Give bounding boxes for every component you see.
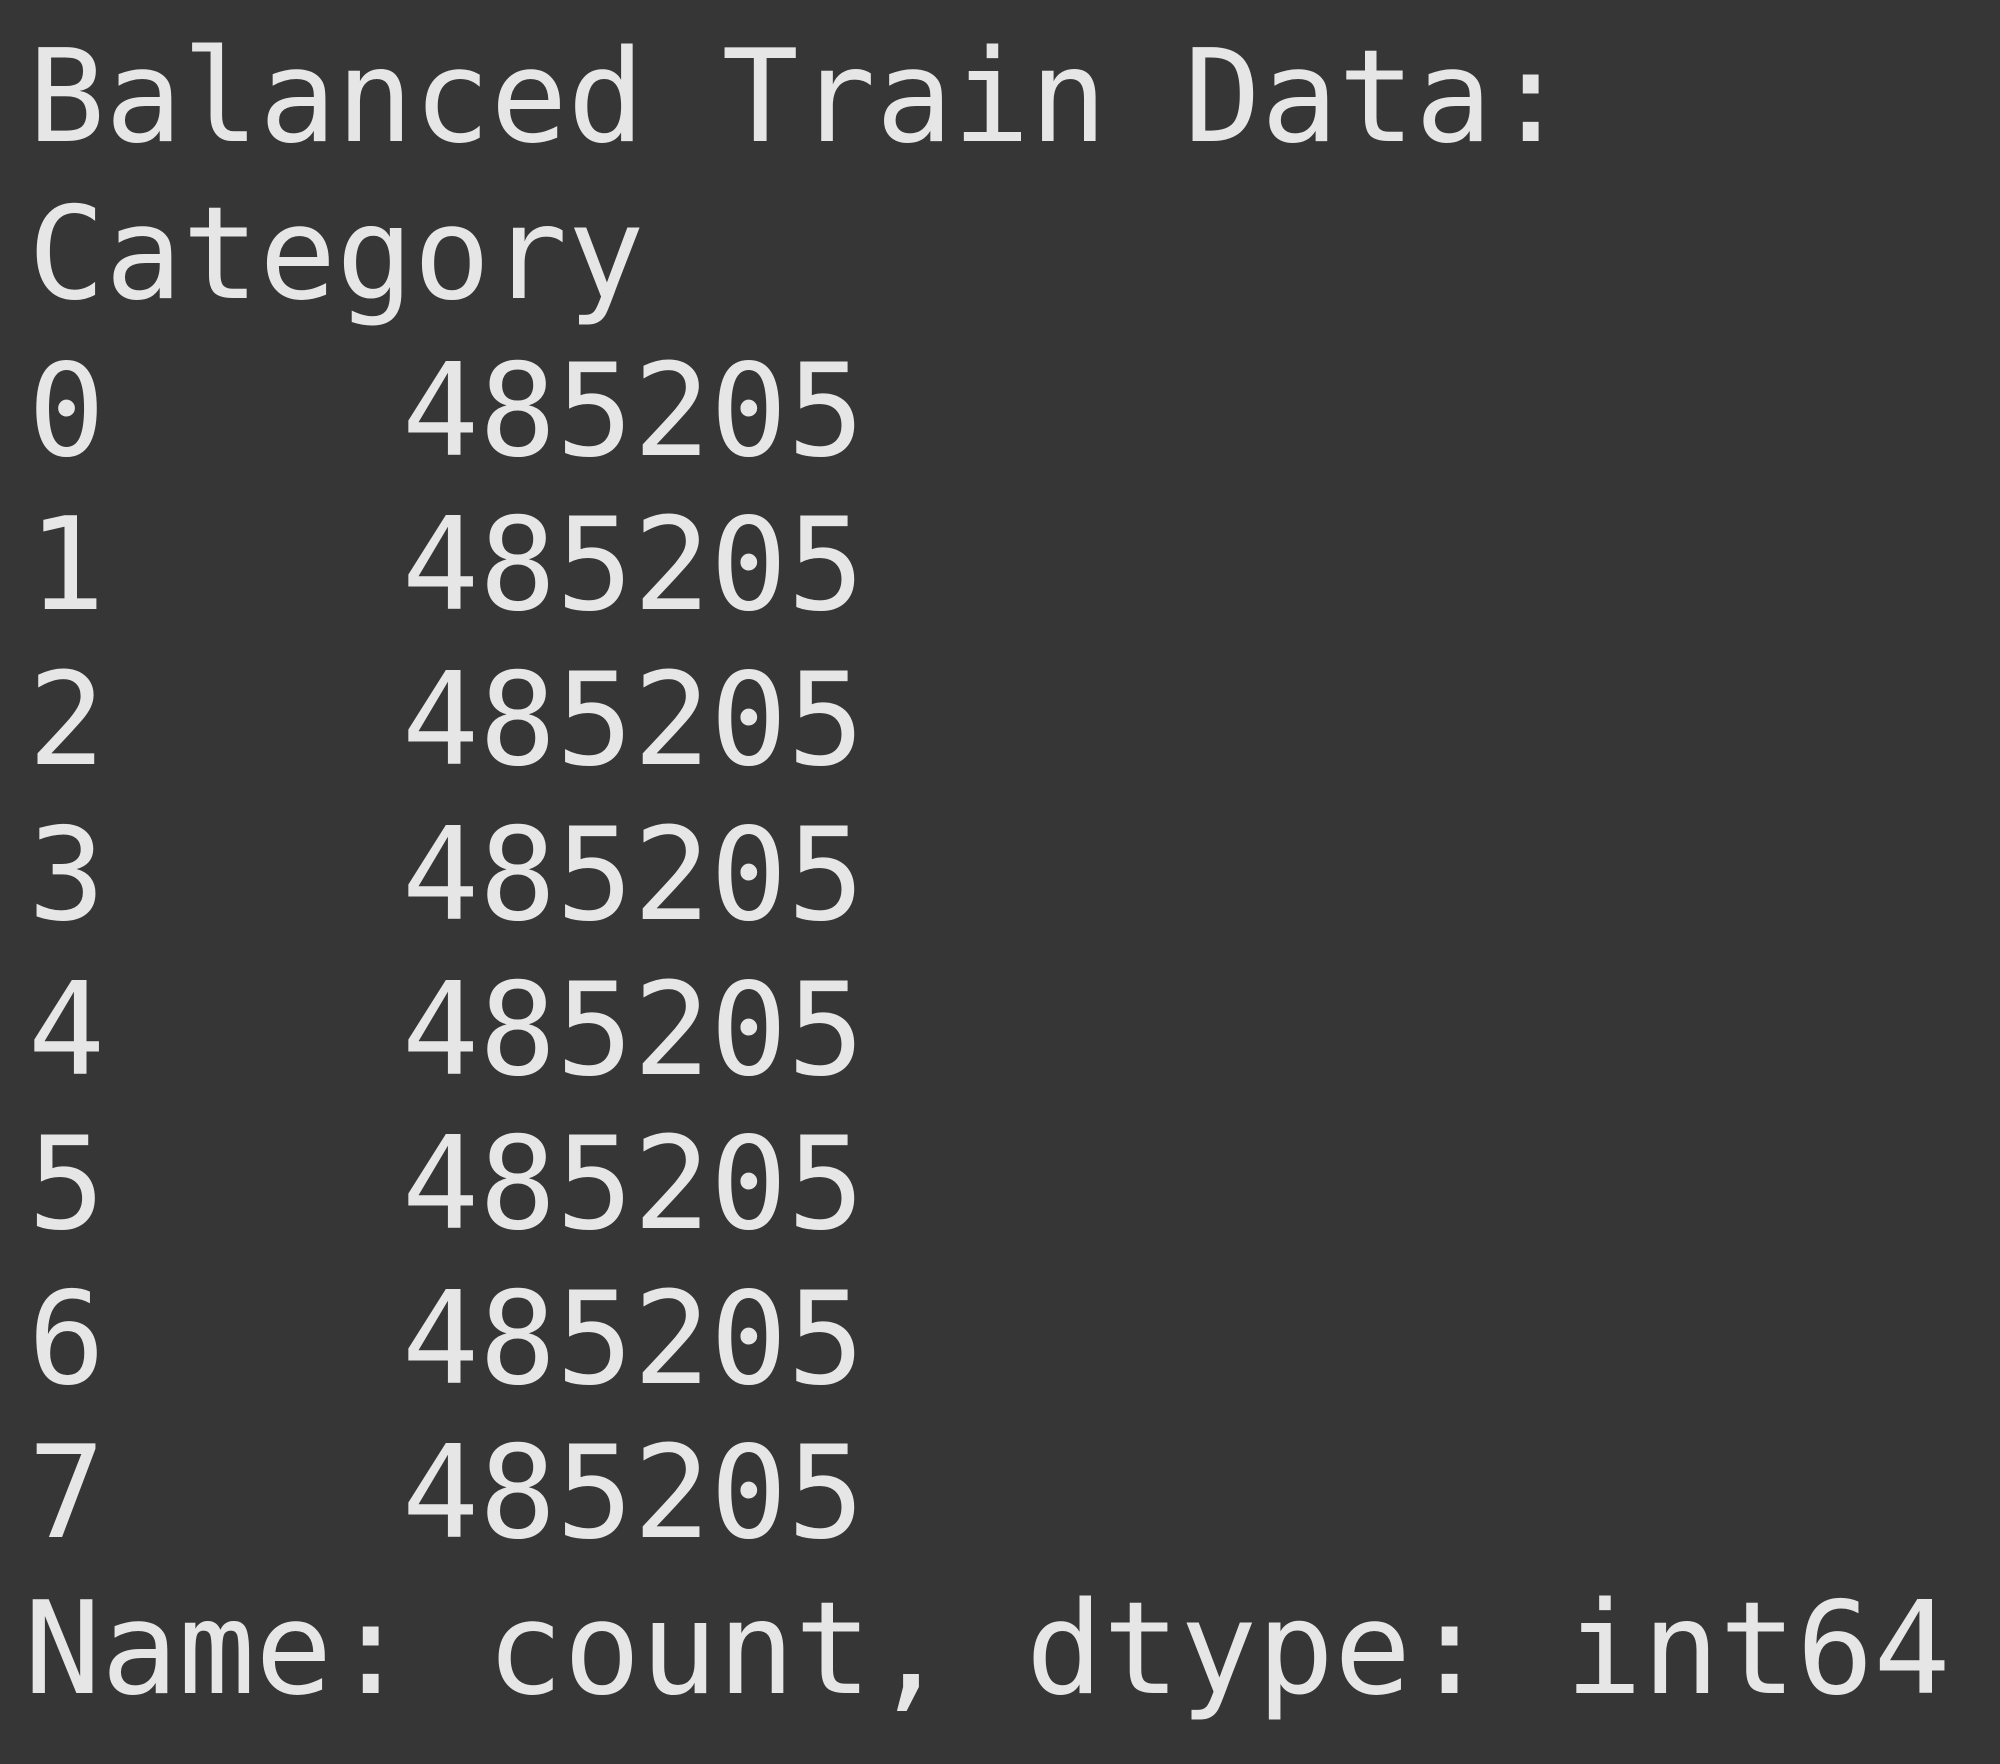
series-index: 5 (28, 1110, 106, 1259)
series-index-name: Category (28, 180, 645, 329)
series-row: 4 485205 (28, 953, 864, 1109)
series-index: 4 (28, 956, 106, 1105)
series-index: 6 (28, 1265, 106, 1414)
console-output: Balanced Train Data: Category 0 485205 1 4… (0, 0, 2000, 1764)
series-index: 1 (28, 491, 106, 640)
series-value: 485205 (402, 801, 865, 950)
series-index: 0 (28, 337, 106, 486)
series-row: 6 485205 (28, 1262, 864, 1418)
output-heading: Balanced Train Data: (28, 23, 1570, 172)
series-value: 485205 (402, 1419, 865, 1568)
series-value: 485205 (402, 956, 865, 1105)
series-footer: Name: count, dtype: int64 (24, 1575, 1951, 1724)
series-index: 2 (28, 646, 106, 795)
series-row: 5 485205 (28, 1107, 864, 1263)
series-value: 485205 (402, 337, 865, 486)
series-row: 1 485205 (28, 488, 864, 644)
series-row: 0 485205 (28, 334, 864, 490)
series-index: 3 (28, 801, 106, 950)
series-value: 485205 (402, 491, 865, 640)
series-value: 485205 (402, 1110, 865, 1259)
series-index: 7 (28, 1419, 106, 1568)
series-value: 485205 (402, 1265, 865, 1414)
series-row: 2 485205 (28, 643, 864, 799)
series-row: 3 485205 (28, 798, 864, 954)
series-row: 7 485205 (28, 1416, 864, 1572)
series-value: 485205 (402, 646, 865, 795)
